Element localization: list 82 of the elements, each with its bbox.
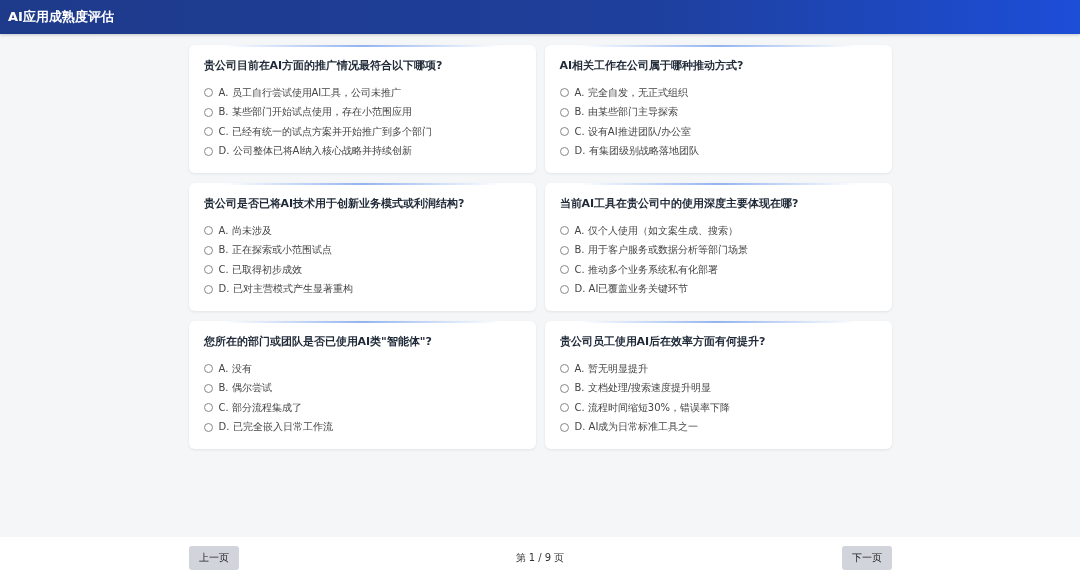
radio-option[interactable]: A. 没有 bbox=[203, 359, 252, 379]
radio-button[interactable] bbox=[203, 284, 213, 294]
radio-option[interactable]: B. 用于客户服务或数据分析等部门场景 bbox=[559, 240, 748, 260]
option-label: B. 某些部门开始试点使用，存在小范围应用 bbox=[218, 105, 412, 120]
option-label: B. 偶尔尝试 bbox=[218, 381, 272, 396]
option-label: D. 有集团级别战略落地团队 bbox=[574, 144, 699, 159]
radio-button[interactable] bbox=[559, 226, 569, 236]
radio-option[interactable]: C. 已经有统一的试点方案并开始推广到多个部门 bbox=[203, 122, 432, 142]
radio-option[interactable]: C. 已取得初步成效 bbox=[203, 260, 302, 280]
radio-button[interactable] bbox=[203, 383, 213, 393]
radio-button[interactable] bbox=[203, 146, 213, 156]
radio-button[interactable] bbox=[559, 364, 569, 374]
radio-button[interactable] bbox=[203, 226, 213, 236]
radio-option[interactable]: B. 偶尔尝试 bbox=[203, 378, 272, 398]
radio-button[interactable] bbox=[559, 403, 569, 413]
question-text: 贵公司员工使用AI后在效率方面有何提升? bbox=[559, 335, 766, 349]
option-label: B. 正在探索或小范围试点 bbox=[218, 243, 332, 258]
option-label: D. AI已覆盖业务关键环节 bbox=[574, 282, 689, 297]
option-label: C. 设有AI推进团队/办公室 bbox=[574, 124, 691, 139]
next-page-button[interactable]: 下一页 bbox=[841, 545, 892, 570]
option-label: A. 仅个人使用（如文案生成、搜索） bbox=[574, 223, 738, 238]
radio-option[interactable]: A. 员工自行尝试使用AI工具，公司未推广 bbox=[203, 83, 402, 103]
previous-page-button[interactable]: 上一页 bbox=[188, 545, 239, 570]
radio-button[interactable] bbox=[203, 364, 213, 374]
question-text: 贵公司目前在AI方面的推广情况最符合以下哪项? bbox=[203, 59, 443, 73]
radio-button[interactable] bbox=[203, 245, 213, 255]
radio-option[interactable]: A. 完全自发，无正式组织 bbox=[559, 83, 688, 103]
radio-button[interactable] bbox=[203, 88, 213, 98]
radio-button[interactable] bbox=[559, 127, 569, 137]
option-label: A. 尚未涉及 bbox=[218, 223, 272, 238]
radio-button[interactable] bbox=[203, 422, 213, 432]
option-label: A. 暂无明显提升 bbox=[574, 361, 648, 376]
radio-option[interactable]: D. 有集团级别战略落地团队 bbox=[559, 141, 699, 161]
radio-button[interactable] bbox=[559, 422, 569, 432]
radio-option[interactable]: C. 流程时间缩短30%，错误率下降 bbox=[559, 398, 731, 418]
option-label: B. 用于客户服务或数据分析等部门场景 bbox=[574, 243, 748, 258]
question-text: 当前AI工具在贵公司中的使用深度主要体现在哪? bbox=[559, 197, 799, 211]
option-label: D. 已完全嵌入日常工作流 bbox=[218, 420, 333, 435]
radio-option[interactable]: D. 公司整体已将AI纳入核心战略并持续创新 bbox=[203, 141, 413, 161]
radio-button[interactable] bbox=[559, 284, 569, 294]
page-indicator: 第 1 / 9 页 bbox=[515, 550, 565, 565]
radio-button[interactable] bbox=[559, 245, 569, 255]
radio-option[interactable]: D. 已完全嵌入日常工作流 bbox=[203, 417, 333, 437]
radio-button[interactable] bbox=[559, 265, 569, 275]
question-text: 您所在的部门或团队是否已使用AI类"智能体"? bbox=[203, 335, 432, 349]
radio-option[interactable]: D. AI已覆盖业务关键环节 bbox=[559, 279, 689, 299]
option-label: B. 由某些部门主导探索 bbox=[574, 105, 678, 120]
option-label: C. 推动多个业务系统私有化部署 bbox=[574, 262, 718, 277]
option-label: D. AI成为日常标准工具之一 bbox=[574, 420, 699, 435]
option-label: D. 已对主营模式产生显著重构 bbox=[218, 282, 353, 297]
radio-button[interactable] bbox=[203, 265, 213, 275]
option-label: C. 已取得初步成效 bbox=[218, 262, 302, 277]
radio-button[interactable] bbox=[559, 146, 569, 156]
option-label: D. 公司整体已将AI纳入核心战略并持续创新 bbox=[218, 144, 413, 159]
radio-option[interactable]: D. 已对主营模式产生显著重构 bbox=[203, 279, 353, 299]
option-label: C. 流程时间缩短30%，错误率下降 bbox=[574, 400, 731, 415]
option-label: C. 部分流程集成了 bbox=[218, 400, 302, 415]
option-label: A. 员工自行尝试使用AI工具，公司未推广 bbox=[218, 85, 402, 100]
question-text: 贵公司是否已将AI技术用于创新业务模式或利润结构? bbox=[203, 197, 465, 211]
radio-button[interactable] bbox=[203, 107, 213, 117]
radio-option[interactable]: D. AI成为日常标准工具之一 bbox=[559, 417, 699, 437]
radio-option[interactable]: B. 某些部门开始试点使用，存在小范围应用 bbox=[203, 102, 412, 122]
question-text: AI相关工作在公司属于哪种推动方式? bbox=[559, 59, 744, 73]
radio-option[interactable]: A. 暂无明显提升 bbox=[559, 359, 648, 379]
radio-option[interactable]: B. 由某些部门主导探索 bbox=[559, 102, 678, 122]
radio-option[interactable]: C. 推动多个业务系统私有化部署 bbox=[559, 260, 718, 280]
radio-option[interactable]: C. 部分流程集成了 bbox=[203, 398, 302, 418]
radio-button[interactable] bbox=[559, 107, 569, 117]
app-title: AI应用成熟度评估 bbox=[8, 8, 114, 26]
radio-button[interactable] bbox=[559, 383, 569, 393]
radio-option[interactable]: C. 设有AI推进团队/办公室 bbox=[559, 122, 691, 142]
option-label: A. 没有 bbox=[218, 361, 252, 376]
option-label: C. 已经有统一的试点方案并开始推广到多个部门 bbox=[218, 124, 432, 139]
radio-option[interactable]: B. 文档处理/搜索速度提升明显 bbox=[559, 378, 712, 398]
radio-button[interactable] bbox=[203, 403, 213, 413]
option-label: B. 文档处理/搜索速度提升明显 bbox=[574, 381, 712, 396]
radio-option[interactable]: B. 正在探索或小范围试点 bbox=[203, 240, 332, 260]
radio-option[interactable]: A. 仅个人使用（如文案生成、搜索） bbox=[559, 221, 738, 241]
radio-button[interactable] bbox=[559, 88, 569, 98]
option-label: A. 完全自发，无正式组织 bbox=[574, 85, 688, 100]
radio-button[interactable] bbox=[203, 127, 213, 137]
radio-option[interactable]: A. 尚未涉及 bbox=[203, 221, 272, 241]
